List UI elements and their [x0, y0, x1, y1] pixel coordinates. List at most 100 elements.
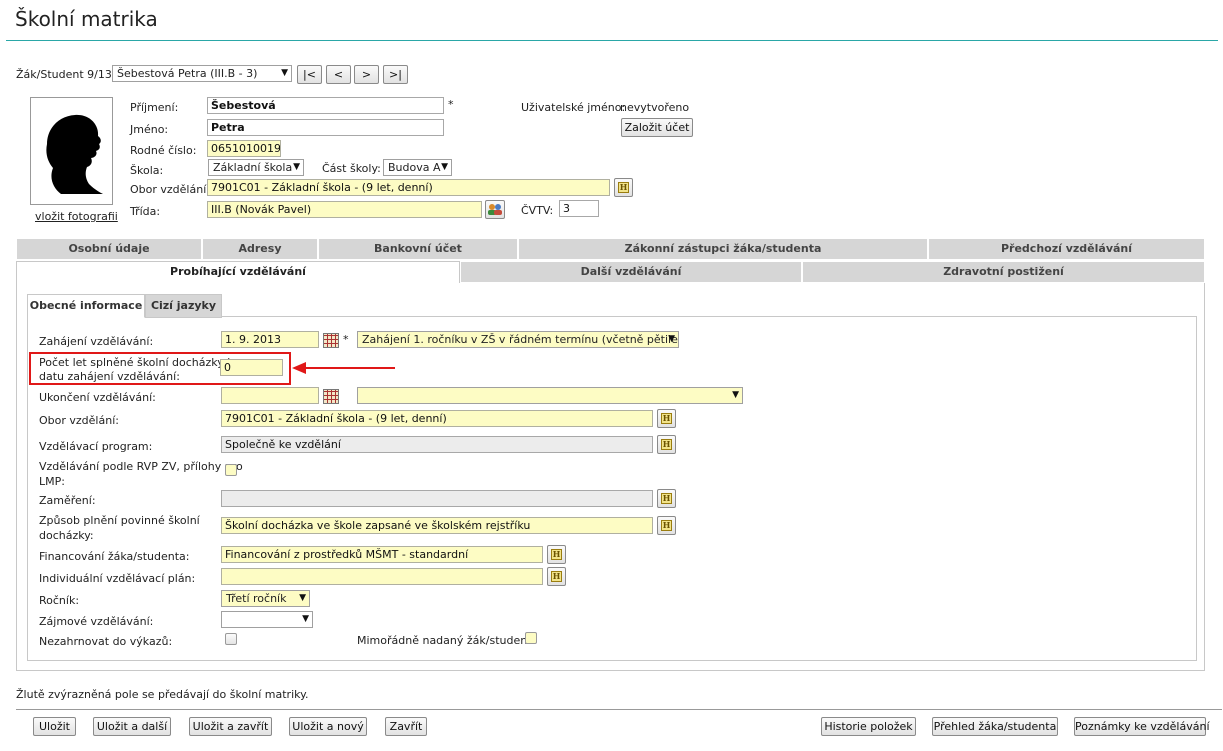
exclude-checkbox[interactable]	[225, 633, 237, 645]
history-button[interactable]: Historie položek	[821, 717, 916, 736]
school-select-value: Základní škola	[213, 161, 293, 174]
highlight-note: Žlutě zvýrazněná pole se předávají do šk…	[16, 688, 309, 701]
school-select[interactable]: Základní škola ▼	[208, 159, 304, 176]
education-notes-button[interactable]: Poznámky ke vzdělávání	[1074, 717, 1210, 736]
rvp-checkbox[interactable]	[225, 464, 237, 476]
tab-general-info[interactable]: Obecné informace	[27, 294, 145, 318]
annotation-arrow-head	[292, 362, 306, 374]
tab-previous-education[interactable]: Předchozí vzdělávání	[928, 238, 1205, 260]
mode-input[interactable]: Školní docházka ve škole zapsané ve škol…	[221, 517, 653, 534]
edu-field-input[interactable]: 7901C01 - Základní škola - (9 let, denní…	[221, 410, 653, 427]
tab-current-education[interactable]: Probíhající vzdělávání	[16, 261, 460, 283]
end-date-input[interactable]	[221, 387, 319, 404]
close-button[interactable]: Zavřít	[385, 717, 427, 736]
surname-label: Příjmení:	[130, 101, 179, 114]
chevron-down-icon: ▼	[293, 162, 300, 172]
start-type-value: Zahájení 1. ročníku v ZŠ v řádném termín…	[362, 333, 679, 346]
help-icon: H	[551, 571, 562, 582]
funding-input[interactable]: Financování z prostředků MŠMT - standard…	[221, 546, 543, 563]
footer-divider	[16, 709, 1222, 710]
last-record-button[interactable]: >|	[383, 65, 408, 84]
upload-photo-link[interactable]: vložit fotografii	[35, 210, 118, 223]
help-icon: H	[551, 549, 562, 560]
help-icon: H	[661, 493, 672, 504]
main-tabs-row-1: Osobní údaje Adresy Bankovní účet Zákonn…	[16, 238, 1205, 260]
start-type-select[interactable]: Zahájení 1. ročníku v ZŠ v řádném termín…	[357, 331, 679, 348]
start-date-input[interactable]: 1. 9. 2013	[221, 331, 319, 348]
prev-record-button[interactable]: <	[326, 65, 351, 84]
chevron-down-icon: ▼	[732, 390, 739, 400]
chevron-down-icon: ▼	[668, 334, 675, 344]
gifted-checkbox[interactable]	[525, 632, 537, 644]
exclude-label: Nezahrnovat do výkazů:	[39, 635, 173, 648]
school-part-select[interactable]: Budova A ▼	[383, 159, 452, 176]
annotation-box	[29, 352, 291, 385]
tab-personal-data[interactable]: Osobní údaje	[16, 238, 202, 260]
rvp-label-line1: Vzdělávání podle RVP ZV, přílohy pro	[39, 460, 243, 473]
silhouette-icon	[46, 114, 103, 194]
surname-input[interactable]: Šebestová	[207, 97, 444, 114]
focus-input[interactable]	[221, 490, 653, 507]
class-teacher-button[interactable]	[485, 200, 505, 219]
cvtv-input[interactable]: 3	[559, 200, 599, 217]
tab-bank-account[interactable]: Bankovní účet	[318, 238, 518, 260]
school-label: Škola:	[130, 164, 164, 177]
save-button[interactable]: Uložit	[33, 717, 76, 736]
people-icon	[488, 204, 502, 215]
field-input[interactable]: 7901C01 - Základní škola - (9 let, denní…	[207, 179, 610, 196]
grade-select[interactable]: Třetí ročník ▼	[221, 590, 310, 607]
class-input[interactable]: III.B (Novák Pavel)	[207, 201, 482, 218]
mode-help-button[interactable]: H	[657, 516, 676, 535]
help-icon: H	[618, 182, 629, 193]
focus-help-button[interactable]: H	[657, 489, 676, 508]
cvtv-label: ČVTV:	[521, 204, 554, 217]
calendar-icon[interactable]	[323, 389, 339, 404]
school-part-label: Část školy:	[322, 162, 381, 175]
save-close-button[interactable]: Uložit a zavřít	[189, 717, 272, 736]
grade-label: Ročník:	[39, 594, 80, 607]
save-new-button[interactable]: Uložit a nový	[289, 717, 367, 736]
tab-addresses[interactable]: Adresy	[202, 238, 318, 260]
iep-help-button[interactable]: H	[547, 567, 566, 586]
tab-further-education[interactable]: Další vzdělávání	[460, 261, 802, 283]
interest-select[interactable]: ▼	[221, 611, 313, 628]
iep-input[interactable]	[221, 568, 543, 585]
username-value: nevytvořeno	[620, 101, 690, 114]
funding-help-button[interactable]: H	[547, 545, 566, 564]
program-help-button[interactable]: H	[657, 435, 676, 454]
name-input[interactable]: Petra	[207, 119, 444, 136]
rvp-label-line2: LMP:	[39, 475, 65, 488]
iep-label: Individuální vzdělávací plán:	[39, 572, 196, 585]
field-label: Obor vzdělání:	[130, 183, 210, 196]
calendar-icon[interactable]	[323, 333, 339, 348]
inner-tab-bar: Obecné informace Cizí jazyky	[27, 294, 1197, 318]
end-type-select[interactable]: ▼	[357, 387, 743, 404]
name-label: Jméno:	[130, 123, 169, 136]
focus-label: Zaměření:	[39, 494, 96, 507]
chevron-down-icon: ▼	[441, 162, 448, 172]
page-title: Školní matrika	[15, 7, 158, 31]
program-label: Vzdělávací program:	[39, 440, 153, 453]
field-help-button[interactable]: H	[614, 178, 633, 197]
help-icon: H	[661, 413, 672, 424]
program-input[interactable]: Společně ke vzdělání	[221, 436, 653, 453]
save-next-button[interactable]: Uložit a další	[93, 717, 171, 736]
mode-label-line2: docházky:	[39, 529, 94, 542]
school-part-value: Budova A	[388, 161, 441, 174]
birth-number-input[interactable]: 0651010019	[207, 140, 281, 157]
tab-health-disability[interactable]: Zdravotní postižení	[802, 261, 1205, 283]
student-overview-button[interactable]: Přehled žáka/studenta	[932, 717, 1058, 736]
student-counter-label: Žák/Student 9/13:	[16, 68, 116, 81]
create-account-button[interactable]: Založit účet	[621, 118, 693, 137]
first-record-button[interactable]: |<	[297, 65, 322, 84]
start-required-mark: *	[343, 333, 349, 346]
tab-foreign-languages[interactable]: Cizí jazyky	[145, 294, 222, 318]
edu-field-help-button[interactable]: H	[657, 409, 676, 428]
end-label: Ukončení vzdělávání:	[39, 391, 156, 404]
tab-legal-guardians[interactable]: Zákonní zástupci žáka/studenta	[518, 238, 928, 260]
chevron-down-icon: ▼	[281, 68, 288, 78]
funding-label: Financování žáka/studenta:	[39, 550, 190, 563]
next-record-button[interactable]: >	[354, 65, 379, 84]
birth-number-label: Rodné číslo:	[130, 144, 197, 157]
student-select[interactable]: Šebestová Petra (III.B - 3) ▼	[112, 65, 292, 82]
